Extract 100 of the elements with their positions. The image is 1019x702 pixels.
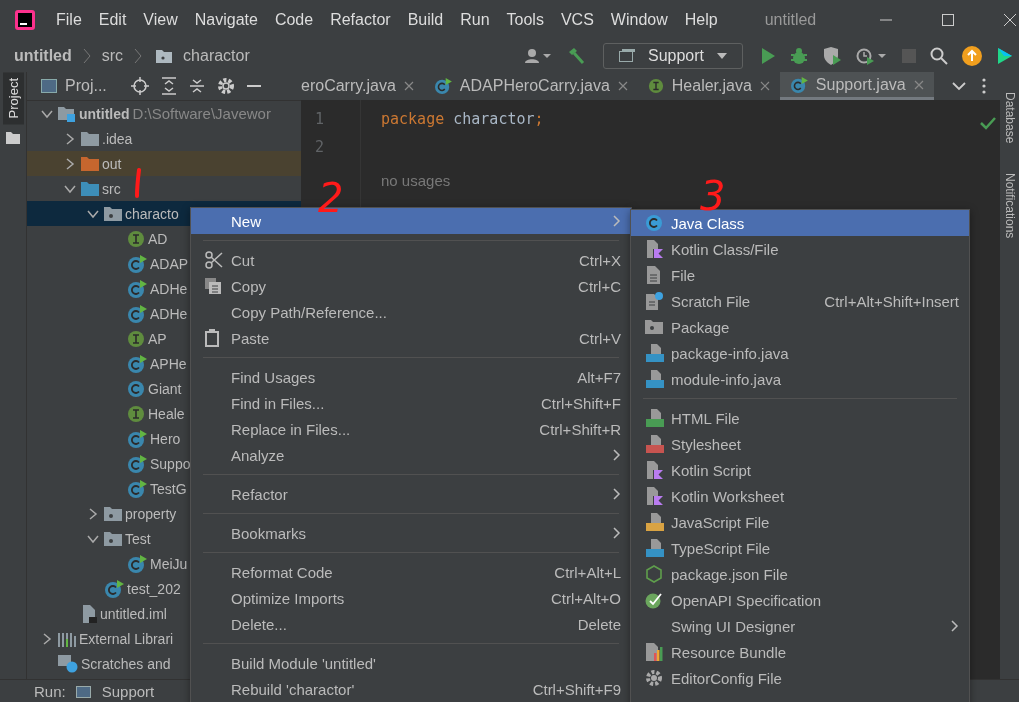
panel-title[interactable]: Proj... <box>65 77 107 95</box>
menu-item[interactable]: HTML File <box>631 405 969 431</box>
tool-window-tab[interactable]: Notifications <box>1002 173 1017 239</box>
menu-item[interactable]: Rebuild 'charactor' Ctrl+Shift+F9 <box>191 676 631 702</box>
menu-item[interactable]: Edit <box>90 11 136 29</box>
plugin-icon[interactable] <box>996 46 1012 66</box>
package-icon <box>645 319 663 335</box>
menu-item[interactable]: Paste Ctrl+V <box>191 325 631 351</box>
menu-item[interactable]: Kotlin Script <box>631 457 969 483</box>
expand-all-icon[interactable] <box>160 77 177 95</box>
menu-item[interactable]: Navigate <box>186 11 267 29</box>
chevron-icon[interactable] <box>87 507 99 520</box>
copy-icon <box>205 278 221 294</box>
menu-item[interactable]: Refactor <box>322 11 400 29</box>
tree-path: D:\Software\Javewor <box>132 105 271 122</box>
menu-item[interactable]: Replace in Files... Ctrl+Shift+R <box>191 416 631 442</box>
breadcrumb[interactable]: src <box>101 47 124 65</box>
tree-label: characto <box>125 205 179 222</box>
run-icon[interactable] <box>760 47 776 65</box>
menu-item[interactable]: TypeScript File <box>631 535 969 561</box>
menu-item[interactable]: Optimize Imports Ctrl+Alt+O <box>191 585 631 611</box>
tree-item[interactable]: untitled D:\Software\Javewor <box>27 101 301 126</box>
menu-item[interactable]: Build Module 'untitled' <box>191 650 631 676</box>
menu-item[interactable]: View <box>135 11 187 29</box>
chevron-icon[interactable] <box>64 157 76 170</box>
menu-item[interactable]: Code <box>266 11 323 29</box>
menu-item[interactable]: Window <box>602 11 677 29</box>
menu-item[interactable]: Kotlin Worksheet <box>631 483 969 509</box>
menu-item[interactable]: Swing UI Designer <box>631 613 969 639</box>
update-icon[interactable] <box>962 46 982 66</box>
project-tool-tab[interactable]: Project <box>2 72 24 125</box>
tree-item[interactable]: out <box>27 151 301 176</box>
openapi-icon <box>645 591 663 609</box>
menu-item[interactable]: Build <box>399 11 453 29</box>
scratches-icon <box>58 654 78 673</box>
menu-item[interactable]: Find Usages Alt+F7 <box>191 364 631 390</box>
menu-item[interactable]: package-info.java <box>631 340 969 366</box>
menu-item[interactable]: Package <box>631 314 969 340</box>
tree-label: ADAP <box>150 255 189 272</box>
menu-item[interactable]: OpenAPI Specification <box>631 587 969 613</box>
menu-item[interactable]: Resource Bundle <box>631 639 969 665</box>
menu-item[interactable]: EditorConfig File <box>631 665 969 691</box>
menu-item[interactable]: Kotlin Class/File <box>631 236 969 262</box>
menu-item[interactable]: Delete... Delete <box>191 611 631 637</box>
maximize-icon[interactable] <box>941 13 955 27</box>
editor-tab[interactable]: Healer.java <box>637 72 780 100</box>
clipboard-icon <box>205 329 219 347</box>
minimize-icon[interactable] <box>246 84 261 88</box>
coverage-icon[interactable] <box>822 47 842 65</box>
menu-item[interactable]: Run <box>452 11 499 29</box>
bug-icon[interactable] <box>790 47 808 65</box>
annotation-stroke <box>134 168 142 198</box>
menu-item[interactable]: Copy Path/Reference... <box>191 299 631 325</box>
run-configuration-dropdown[interactable]: Support <box>602 43 743 69</box>
editor-tab[interactable]: Support.java <box>779 72 934 100</box>
menu-item[interactable]: Stylesheet <box>631 431 969 457</box>
breadcrumb[interactable]: untitled <box>14 47 72 65</box>
close-icon[interactable] <box>403 81 414 91</box>
chevron-icon[interactable] <box>64 132 76 145</box>
settings-icon[interactable] <box>216 77 235 95</box>
menu-item[interactable]: Scratch File Ctrl+Alt+Shift+Insert <box>631 288 969 314</box>
checkmark-icon <box>980 116 996 130</box>
resource-bundle-icon <box>645 643 663 661</box>
menu-item[interactable]: File <box>48 11 91 29</box>
user-icon[interactable] <box>523 48 552 64</box>
menu-item[interactable]: File <box>631 262 969 288</box>
close-icon[interactable] <box>1003 13 1017 27</box>
class-icon <box>127 379 145 398</box>
menu-item[interactable]: Copy Ctrl+C <box>191 273 631 299</box>
breadcrumb[interactable]: charactor <box>183 47 250 65</box>
chevron-icon[interactable] <box>41 632 53 645</box>
menu-item[interactable]: Analyze <box>191 442 631 468</box>
menu-item[interactable]: JavaScript File <box>631 509 969 535</box>
menu-item[interactable]: Help <box>676 11 727 29</box>
menu-item[interactable]: Tools <box>498 11 553 29</box>
tree-item[interactable]: .idea <box>27 126 301 151</box>
menu-item[interactable]: Java Class <box>631 210 969 236</box>
search-icon[interactable] <box>930 47 948 65</box>
run-tab[interactable]: Support <box>101 682 155 700</box>
chevron-down-icon[interactable] <box>952 81 966 91</box>
tool-window-tab[interactable]: Database <box>1002 92 1017 144</box>
line-number: 2 <box>315 138 326 158</box>
editor-tab[interactable]: ADAPHeroCarry.java <box>423 72 638 100</box>
menu-item[interactable]: VCS <box>552 11 603 29</box>
tree-item[interactable]: src <box>27 176 301 201</box>
close-icon[interactable] <box>617 81 628 91</box>
kotlin-file-icon <box>645 240 663 258</box>
editor-tab[interactable]: eroCarry.java <box>301 72 424 100</box>
locate-icon[interactable] <box>130 77 149 95</box>
folder-icon[interactable] <box>6 132 20 145</box>
menu-item[interactable]: Reformat Code Ctrl+Alt+L <box>191 559 631 585</box>
menu-item[interactable]: package.json File <box>631 561 969 587</box>
tree-label: AD <box>148 230 168 247</box>
menu-item[interactable]: module-info.java <box>631 366 969 392</box>
collapse-all-icon[interactable] <box>188 77 205 95</box>
close-icon[interactable] <box>759 81 770 91</box>
more-icon[interactable] <box>982 78 986 94</box>
tree-label: Giant <box>148 380 182 397</box>
menu-item[interactable]: Find in Files... Ctrl+Shift+F <box>191 390 631 416</box>
profiler-icon[interactable] <box>856 47 888 65</box>
